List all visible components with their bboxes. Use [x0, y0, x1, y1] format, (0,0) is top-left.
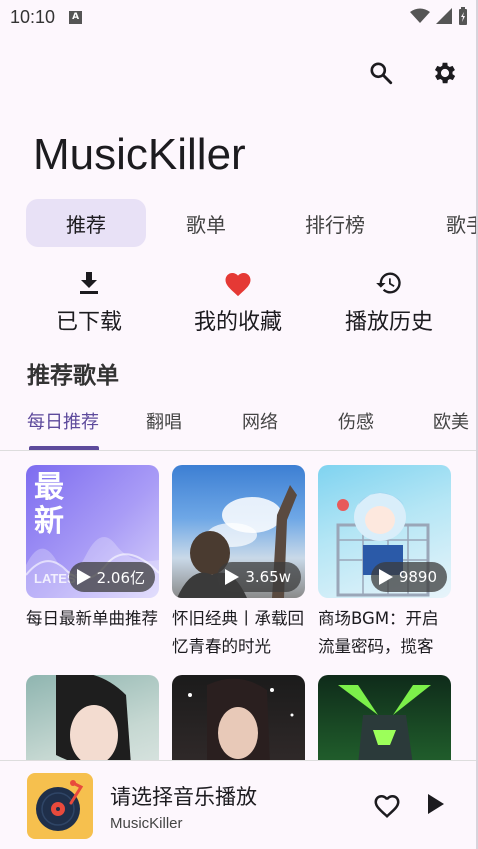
play-count-badge: 9890: [370, 562, 447, 592]
playlist-title: 怀旧经典丨承载回忆青春的时光: [172, 609, 304, 656]
play-icon: [378, 569, 393, 585]
gear-icon: [434, 62, 456, 84]
wifi-icon: [410, 8, 430, 23]
play-icon: [225, 569, 240, 585]
tab-artists[interactable]: 歌手: [406, 199, 478, 247]
top-actions: [366, 58, 460, 88]
quick-actions: 已下载 我的收藏 播放历史: [0, 268, 478, 338]
main-tabs: 推荐 歌单 排行榜 歌手: [26, 199, 478, 247]
downloaded-button[interactable]: 已下载: [19, 268, 159, 336]
playlist-grid: 最新 LATEST 2.06亿 每日最新单曲推荐 3.65w 怀旧经典丨承载回忆…: [0, 465, 478, 760]
signal-icon: [436, 8, 452, 24]
player-play-button[interactable]: [426, 793, 446, 819]
play-count-badge: 2.06亿: [68, 562, 155, 592]
heart-icon: [225, 273, 251, 297]
playlist-cover: 3.65w: [172, 465, 305, 598]
history-icon: [376, 272, 401, 294]
vinyl-icon: [36, 780, 84, 831]
playlist-cover: [172, 675, 305, 760]
cover-headline: 最新: [34, 470, 64, 539]
player-cover: [27, 773, 93, 839]
playlist-card[interactable]: 9890 商场BGM：开启流量密码，揽客: [318, 465, 451, 661]
play-icon: [76, 569, 91, 585]
player-title: 请选择音乐播放: [110, 785, 257, 809]
status-icons: [410, 7, 468, 25]
play-count: 3.65w: [245, 568, 291, 586]
tab-playlists[interactable]: 歌单: [146, 199, 266, 247]
player-subtitle: MusicKiller: [110, 815, 183, 832]
notification-a-icon: A: [69, 10, 83, 24]
play-count: 9890: [398, 568, 437, 586]
play-count: 2.06亿: [96, 568, 145, 587]
playlist-card[interactable]: 3.65w 怀旧经典丨承载回忆青春的时光: [172, 465, 305, 661]
playlist-card[interactable]: [172, 675, 305, 760]
search-icon: [370, 62, 393, 85]
category-tabs: 每日推荐 翻唱 网络 伤感 欧美: [0, 402, 478, 452]
favorites-label: 我的收藏: [193, 310, 282, 335]
category-internet[interactable]: 网络: [242, 408, 278, 434]
tab-recommend[interactable]: 推荐: [26, 199, 146, 247]
category-sad[interactable]: 伤感: [338, 408, 374, 434]
status-time: 10:10: [10, 6, 56, 27]
player-favorite-button[interactable]: [372, 791, 402, 823]
playlist-card[interactable]: 最新 LATEST 2.06亿 每日最新单曲推荐: [26, 465, 159, 661]
category-divider: [0, 450, 476, 451]
history-button[interactable]: 播放历史: [319, 268, 459, 336]
playlist-card[interactable]: [318, 675, 451, 760]
playlist-cover: 9890: [318, 465, 451, 598]
downloaded-label: 已下载: [55, 310, 122, 335]
settings-button[interactable]: [430, 58, 460, 88]
battery-icon: [459, 7, 467, 25]
playlist-cover: [26, 675, 159, 760]
mini-player[interactable]: 请选择音乐播放 MusicKiller: [0, 760, 476, 849]
cover-art: [188, 678, 294, 760]
tab-charts[interactable]: 排行榜: [275, 199, 395, 247]
cover-art: [56, 675, 131, 760]
playlist-card[interactable]: [26, 675, 159, 760]
history-label: 播放历史: [344, 310, 433, 335]
app-title: MusicKiller: [33, 130, 246, 179]
cover-art: [338, 685, 431, 760]
play-count-badge: 3.65w: [217, 562, 301, 592]
playlist-title: 每日最新单曲推荐: [26, 609, 158, 628]
heart-outline-icon: [374, 794, 400, 818]
favorites-button[interactable]: 我的收藏: [168, 268, 308, 336]
download-icon: [80, 272, 98, 294]
playlist-title: 商场BGM：开启流量密码，揽客: [318, 609, 439, 656]
category-cover[interactable]: 翻唱: [146, 408, 182, 434]
search-button[interactable]: [366, 58, 396, 88]
play-icon: [428, 794, 444, 814]
status-bar: 10:10 A: [0, 0, 478, 34]
playlist-cover: [318, 675, 451, 760]
section-title: 推荐歌单: [27, 363, 119, 389]
playlist-cover: 最新 LATEST 2.06亿: [26, 465, 159, 598]
category-daily[interactable]: 每日推荐: [27, 408, 99, 434]
category-western[interactable]: 欧美: [433, 408, 469, 434]
